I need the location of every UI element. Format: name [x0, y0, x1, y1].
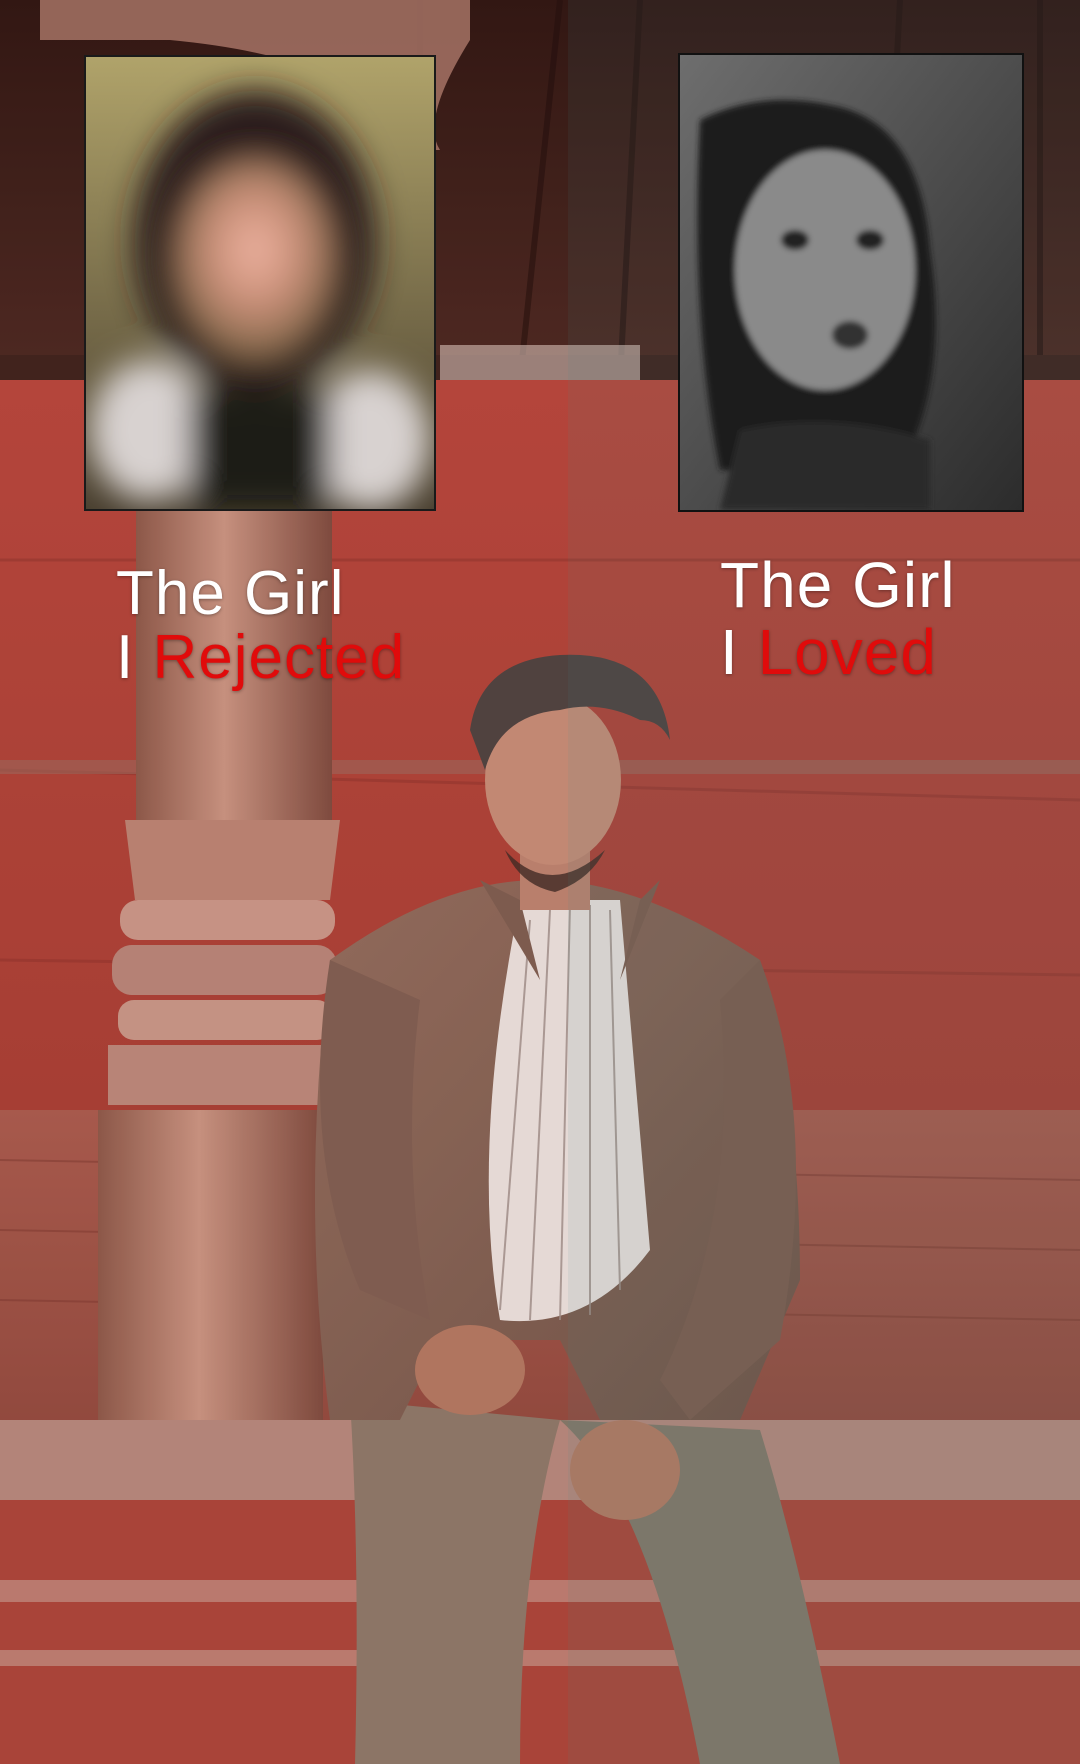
caption-left-prefix: I — [116, 623, 135, 693]
photo-collage: The Girl I Rejected The Girl I Loved — [0, 0, 1080, 1764]
caption-right-prefix: I — [720, 615, 739, 688]
caption-right-highlight: Loved — [757, 615, 937, 688]
caption-left-highlight: Rejected — [152, 623, 406, 693]
loved-caption: The Girl I Loved — [720, 552, 956, 685]
rejected-caption: The Girl I Rejected — [116, 559, 406, 693]
caption-right-line1: The Girl — [720, 549, 956, 621]
loved-girl-photo — [678, 53, 1024, 512]
caption-left-line1: The Girl — [116, 559, 345, 628]
rejected-girl-photo — [84, 55, 436, 511]
background-photo — [0, 0, 1080, 1764]
